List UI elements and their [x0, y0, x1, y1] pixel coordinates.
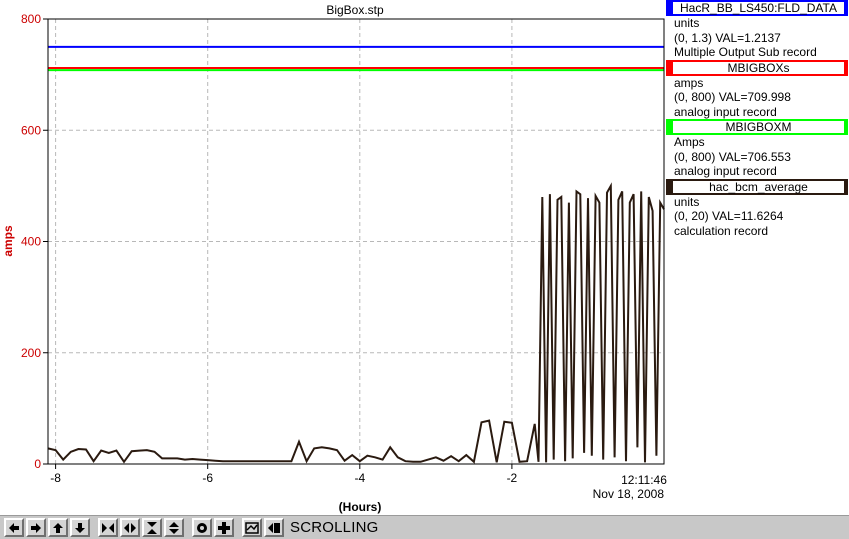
record-icon[interactable] — [192, 518, 212, 537]
legend-range-value: (0, 800) VAL=706.553 — [674, 149, 791, 164]
legend-range-value: (0, 1.3) VAL=1.2137 — [674, 30, 781, 45]
legend-units: units — [674, 194, 700, 209]
y-tick-label: 0 — [34, 457, 41, 471]
legend-entry-hac-bcm-average: hac_bcm_average units (0, 20) VAL=11.626… — [666, 178, 849, 239]
legend-entry-mbigboxm: MBIGBOXM Amps (0, 800) VAL=706.553 analo… — [666, 119, 849, 179]
legend: HacR_BB_LS450:FLD_DATA units (0, 1.3) VA… — [666, 0, 849, 238]
arrow-right-icon[interactable] — [26, 518, 46, 537]
legend-range-value: (0, 20) VAL=11.6264 — [674, 209, 784, 223]
x-tick-label: -4 — [354, 471, 365, 485]
scroll-back-icon[interactable] — [264, 518, 284, 537]
expand-horizontal-icon[interactable] — [120, 518, 140, 537]
y-tick-label: 400 — [21, 235, 41, 249]
toolbar: SCROLLING — [0, 515, 849, 539]
legend-series-name[interactable]: HacR_BB_LS450:FLD_DATA — [666, 0, 848, 16]
shrink-horizontal-icon[interactable] — [98, 518, 118, 537]
legend-record-type: analog input record — [674, 104, 777, 119]
legend-units: Amps — [674, 135, 705, 149]
y-axis-label: amps — [1, 225, 15, 257]
end-date-label: Nov 18, 2008 — [593, 487, 665, 501]
series-line-3 — [47, 182, 665, 464]
legend-series-name[interactable]: MBIGBOXs — [666, 59, 848, 76]
legend-entry-fld-data: HacR_BB_LS450:FLD_DATA units (0, 1.3) VA… — [666, 0, 849, 60]
x-axis-label: (Hours) — [339, 500, 382, 514]
legend-record-type: calculation record — [674, 223, 769, 238]
y-tick-label: 200 — [21, 346, 41, 360]
legend-range-value: (0, 800) VAL=709.998 — [674, 90, 791, 104]
autoscale-icon[interactable] — [242, 518, 262, 537]
legend-record-type: analog input record — [674, 164, 777, 178]
legend-units: units — [674, 16, 700, 30]
x-tick-label: -6 — [202, 471, 213, 485]
add-icon[interactable] — [214, 518, 234, 537]
arrow-down-icon[interactable] — [70, 518, 90, 537]
arrow-left-icon[interactable] — [4, 518, 24, 537]
legend-series-name[interactable]: MBIGBOXM — [666, 119, 848, 135]
arrow-up-icon[interactable] — [48, 518, 68, 537]
y-tick-label: 800 — [21, 12, 41, 26]
legend-entry-mbigboxs: MBIGBOXs amps (0, 800) VAL=709.998 analo… — [666, 59, 849, 120]
expand-vertical-icon[interactable] — [164, 518, 184, 537]
legend-record-type: Multiple Output Sub record — [674, 45, 817, 59]
legend-units: amps — [674, 75, 704, 90]
y-tick-label: 600 — [21, 123, 41, 137]
scrolling-status: SCROLLING — [290, 519, 379, 536]
x-tick-label: -2 — [507, 471, 518, 485]
legend-series-name[interactable]: hac_bcm_average — [666, 178, 848, 195]
x-tick-label: -8 — [50, 471, 61, 485]
chart-title: BigBox.stp — [326, 3, 384, 17]
shrink-vertical-icon[interactable] — [142, 518, 162, 537]
end-time-label: 12:11:46 — [621, 473, 667, 487]
